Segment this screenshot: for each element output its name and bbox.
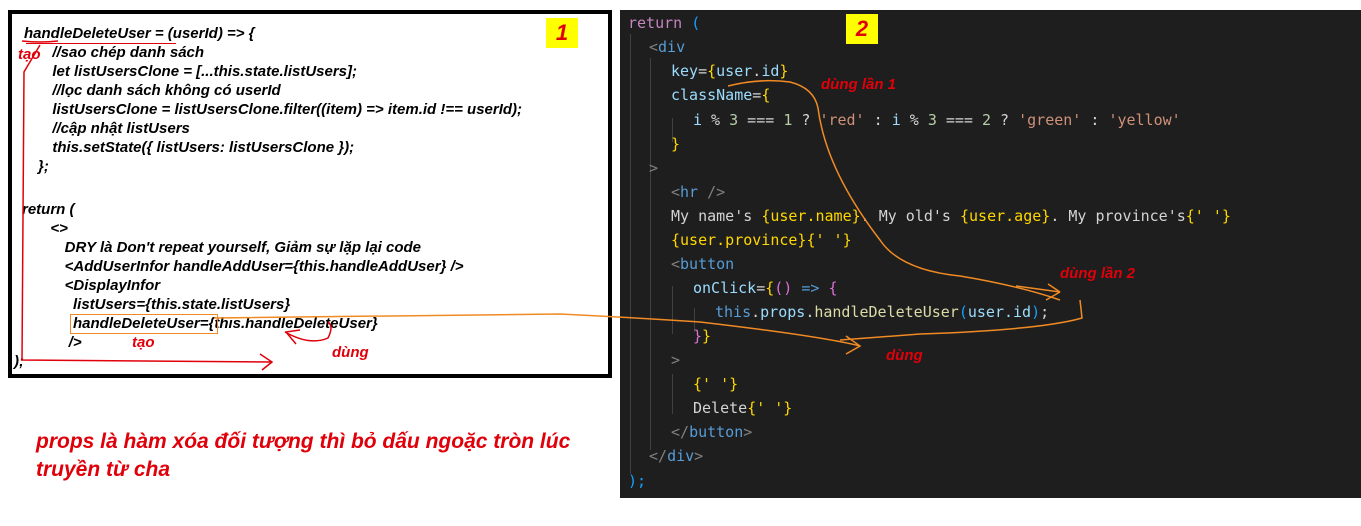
code-line: > [671,351,681,369]
code-line: > [649,159,659,177]
code-line: Delete{' '} [693,399,793,417]
code-line: className={ [671,86,771,104]
indent-guide [672,374,673,414]
code-line: this.setState({ listUsers: listUsersClon… [44,139,355,156]
code-line: let listUsersClone = [...this.state.list… [44,63,358,80]
code-line: } [671,135,681,153]
code-line: //cập nhật listUsers [44,120,190,137]
code-line: listUsers={this.state.listUsers} [48,296,291,313]
code-line: /> [52,334,82,351]
code-line: onClick={() => { [693,279,838,297]
code-line: DRY là Don't repeat yourself, Giảm sự lặ… [48,239,422,256]
annotation-dung-lan-1: dùng lần 1 [821,76,896,93]
left-code-panel: 1 handleDeleteUser = (userId) => { //sao… [8,10,612,378]
code-line: }} [693,327,712,345]
code-line: {' '} [693,375,739,393]
annotation-dung-lan-2: dùng lần 2 [1060,265,1135,282]
indent-guide [630,34,631,474]
code-line: <hr /> [671,183,726,201]
code-line: My name's {user.name}. My old's {user.ag… [671,207,1231,225]
code-line: <div [649,38,686,56]
code-line: {user.province}{' '} [671,231,852,249]
code-line: </div> [649,447,704,465]
indent-guide [672,286,673,334]
code-line: i % 3 === 1 ? 'red' : i % 3 === 2 ? 'gre… [693,111,1181,129]
code-line: this.props.handleDeleteUser(user.id); [715,303,1050,321]
highlight-box [70,314,218,334]
panel-number-badge: 2 [846,14,878,44]
code-line: </button> [671,423,753,441]
code-line: }; [38,158,49,175]
annotation-tao-top: tạo [18,46,41,63]
code-line: //sao chép danh sách [44,44,205,61]
code-line: <> [42,220,68,237]
annotation-dung-right: dùng [886,347,923,364]
code-line: return ( [22,201,75,218]
code-line: <AddUserInfor handleAddUser={this.handle… [48,258,464,275]
code-line: ); [628,472,647,490]
code-line: ); [14,353,24,370]
code-line: //lọc danh sách không có userId [44,82,281,99]
code-line: key={user.id} [671,62,789,80]
code-line: return ( [628,14,701,32]
code-line: <button [671,255,735,273]
panel-number-badge: 1 [546,18,578,48]
vietnamese-note: props là hàm xóa đối tượng thì bỏ dấu ng… [36,430,571,481]
underline-mark [26,26,176,44]
code-line: <DisplayInfor [48,277,161,294]
annotation-tao-bottom: tạo [132,334,155,351]
indent-guide [650,58,651,450]
code-line: listUsersClone = listUsersClone.filter((… [44,101,523,118]
code-editor-panel: 2 return ( <div key={user.id} className=… [620,10,1361,498]
annotation-dung-left: dùng [332,344,369,361]
